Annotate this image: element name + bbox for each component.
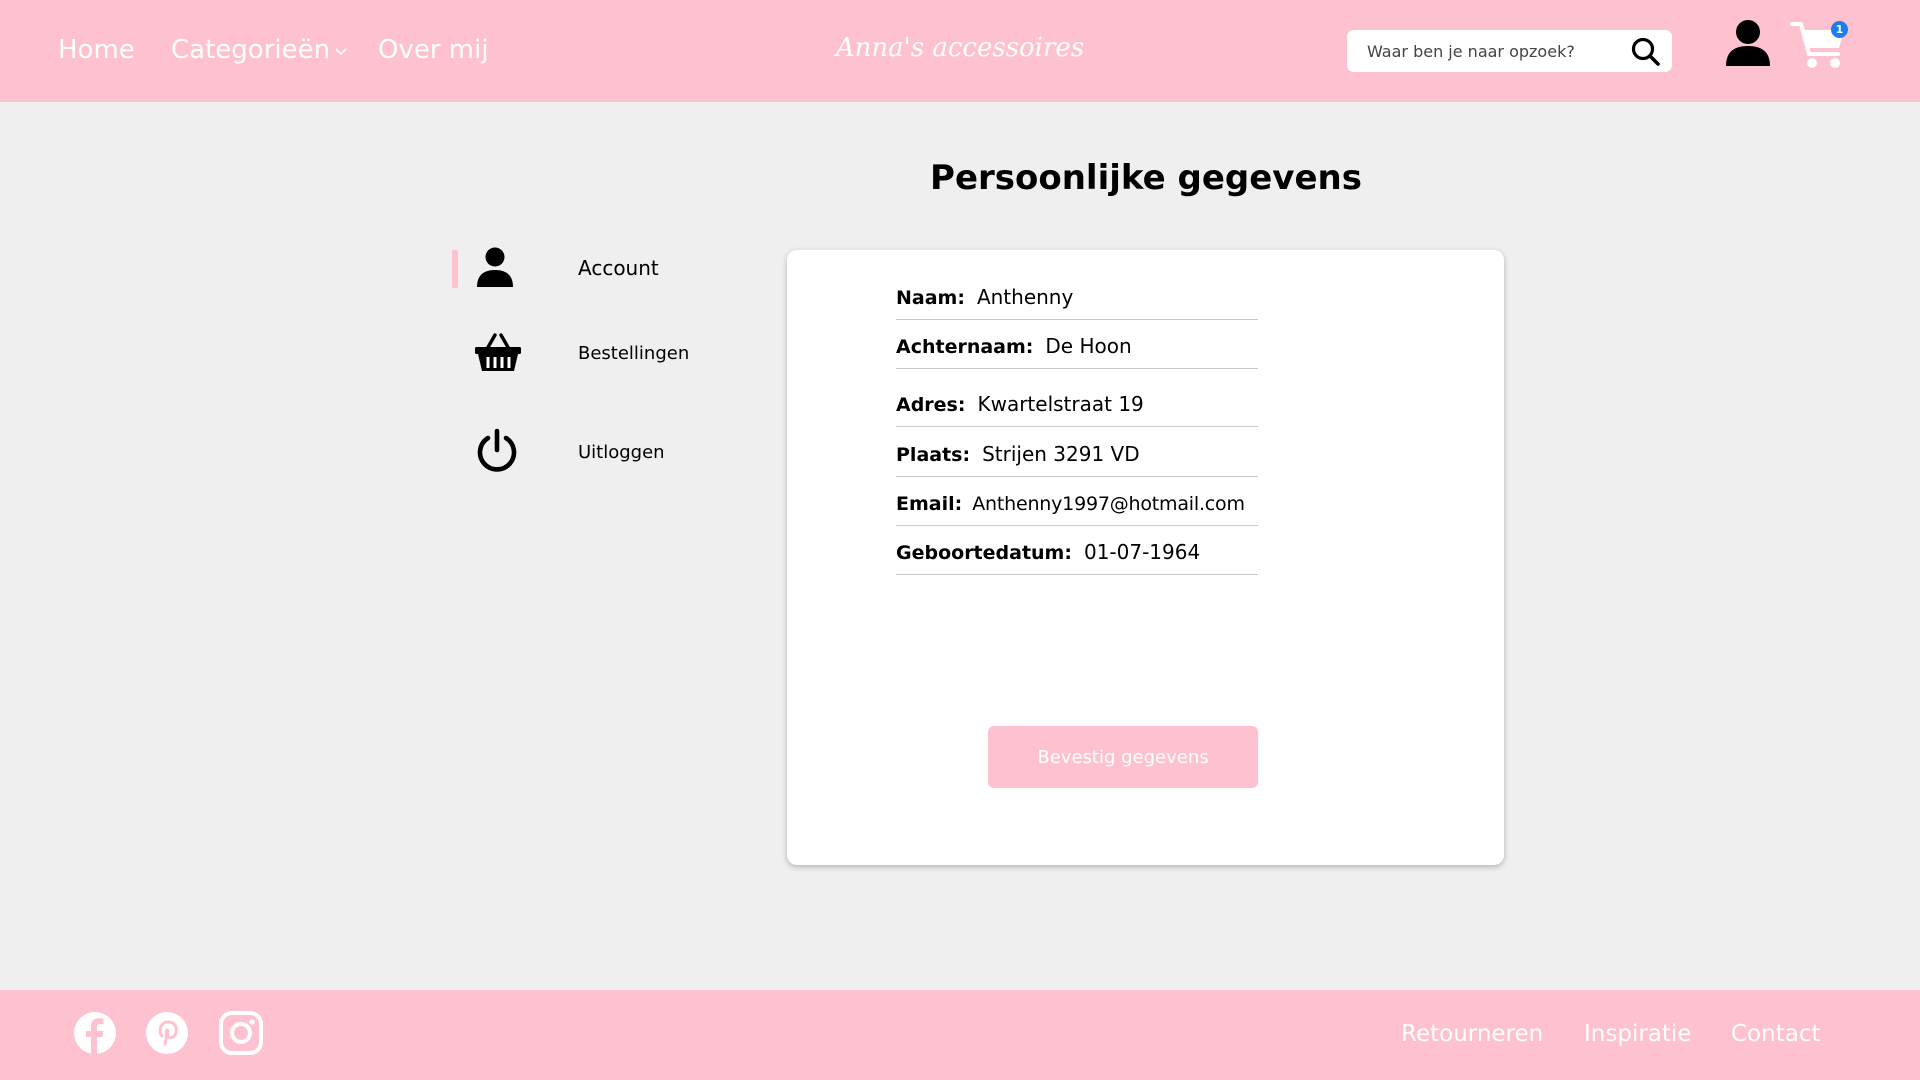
field-value[interactable]: Anthenny1997@hotmail.com: [972, 493, 1245, 515]
field-label: Email:: [896, 493, 963, 515]
sidebar-item-label: Bestellingen: [578, 343, 690, 364]
brand-logo[interactable]: Anna's accessoires: [820, 30, 1100, 66]
user-icon: [477, 247, 513, 287]
footer-link-returns[interactable]: Retourneren: [1401, 1018, 1543, 1050]
cart-count-badge: 1: [1831, 21, 1848, 38]
footer-link-contact[interactable]: Contact: [1731, 1018, 1820, 1050]
power-icon: [477, 428, 517, 472]
pinterest-icon[interactable]: [144, 1010, 190, 1056]
field-value[interactable]: Strijen 3291 VD: [982, 442, 1140, 466]
field-address: Adres: Kwartelstraat 19: [896, 389, 1258, 427]
search-box: [1347, 30, 1672, 72]
confirm-details-button[interactable]: Bevestig gegevens: [988, 726, 1258, 788]
search-input[interactable]: [1367, 30, 1617, 72]
basket-icon: [475, 333, 521, 371]
facebook-icon[interactable]: [72, 1010, 118, 1056]
sidebar-item-orders[interactable]: Bestellingen: [452, 325, 752, 395]
site-footer: Retourneren Inspiratie Contact: [0, 990, 1920, 1080]
nav-categories-label: Categorieën: [171, 35, 331, 65]
sidebar-item-account[interactable]: Account: [452, 238, 752, 308]
field-last-name: Achternaam: De Hoon: [896, 331, 1258, 369]
sidebar-item-logout[interactable]: Uitloggen: [452, 420, 752, 490]
personal-details-card: Naam: Anthenny Achternaam: De Hoon Adres: K…: [787, 250, 1504, 865]
footer-link-inspiration[interactable]: Inspiratie: [1584, 1018, 1691, 1050]
sidebar-item-label: Uitloggen: [578, 442, 665, 463]
user-account-icon[interactable]: [1724, 18, 1772, 68]
field-value[interactable]: Kwartelstraat 19: [977, 392, 1143, 416]
search-icon[interactable]: [1630, 36, 1662, 68]
field-birthdate: Geboortedatum: 01-07-1964: [896, 537, 1258, 575]
field-email: Email: Anthenny1997@hotmail.com: [896, 488, 1258, 526]
field-label: Plaats:: [896, 444, 971, 466]
field-value[interactable]: Anthenny: [977, 285, 1073, 309]
field-city: Plaats: Strijen 3291 VD: [896, 439, 1258, 477]
field-value[interactable]: De Hoon: [1045, 334, 1131, 358]
site-header: Home Categorieën Over mij Anna's accesso…: [0, 0, 1920, 102]
field-label: Naam:: [896, 287, 965, 309]
field-first-name: Naam: Anthenny: [896, 282, 1258, 320]
field-label: Adres:: [896, 394, 966, 416]
chevron-down-icon: [335, 47, 347, 55]
nav-home-link[interactable]: Home: [58, 32, 135, 68]
field-label: Geboortedatum:: [896, 542, 1072, 564]
field-label: Achternaam:: [896, 336, 1034, 358]
sidebar-item-label: Account: [578, 256, 659, 280]
instagram-icon[interactable]: [218, 1010, 264, 1056]
active-indicator: [452, 250, 458, 288]
page-title: Persoonlijke gegevens: [930, 158, 1362, 198]
nav-categories-dropdown[interactable]: Categorieën: [171, 32, 348, 68]
nav-about-link[interactable]: Over mij: [378, 32, 489, 68]
field-value[interactable]: 01-07-1964: [1084, 540, 1200, 564]
